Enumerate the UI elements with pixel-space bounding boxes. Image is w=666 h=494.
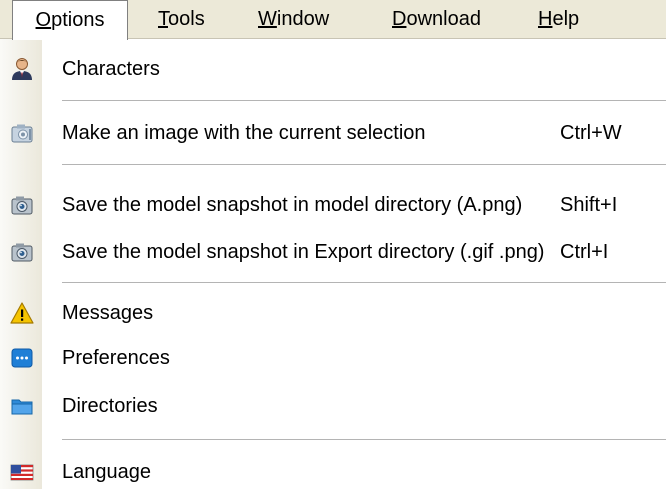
camera-icon <box>10 193 34 217</box>
camera-icon <box>10 240 34 264</box>
menu-help-label: elp <box>552 8 580 30</box>
warning-icon <box>10 301 34 325</box>
menu-item-shortcut: Ctrl+I <box>560 241 609 263</box>
menu-item-label: Save the model snapshot in Export direct… <box>62 241 545 263</box>
menu-bar: Options Tools Window Download Help <box>0 0 666 40</box>
folder-icon <box>10 394 34 418</box>
menu-item-language[interactable]: Language <box>0 450 666 494</box>
menu-item-label: Save the model snapshot in model directo… <box>62 194 523 216</box>
menu-item-make-image[interactable]: Make an image with the current selection… <box>0 111 666 155</box>
menu-options[interactable]: Options <box>12 0 128 40</box>
menu-tools-mnemonic: T <box>158 8 168 30</box>
menu-separator <box>62 164 666 165</box>
menu-item-label: Make an image with the current selection <box>62 122 426 144</box>
menu-window[interactable]: Window <box>258 0 329 38</box>
menu-window-label: indow <box>276 8 330 30</box>
menu-item-preferences[interactable]: Preferences <box>0 336 666 380</box>
menu-item-shortcut: Shift+I <box>560 194 618 216</box>
menu-help[interactable]: Help <box>538 0 579 38</box>
menu-item-label: Language <box>62 461 151 483</box>
menu-separator <box>62 439 666 440</box>
camera-icon <box>10 121 34 145</box>
menu-item-directories[interactable]: Directories <box>0 384 666 428</box>
menu-options-label: ptions <box>51 9 105 31</box>
menu-help-mnemonic: H <box>538 8 553 30</box>
menu-download-mnemonic: D <box>392 8 407 30</box>
menu-download-label: ownload <box>406 8 481 30</box>
flag-icon <box>10 460 34 484</box>
menu-options-mnemonic: O <box>35 9 52 31</box>
menu-item-shortcut: Ctrl+W <box>560 122 622 144</box>
menu-item-label: Messages <box>62 302 154 324</box>
user-icon <box>10 57 34 81</box>
menu-item-label: Directories <box>62 395 158 417</box>
menu-item-save-model-directory[interactable]: Save the model snapshot in model directo… <box>0 183 666 227</box>
menu-tools-label: ools <box>168 8 205 30</box>
menu-separator <box>62 100 666 101</box>
preferences-icon <box>10 346 34 370</box>
options-dropdown: Characters Make an image with the curren… <box>0 39 666 489</box>
menu-item-messages[interactable]: Messages <box>0 291 666 335</box>
menu-download[interactable]: Download <box>392 0 481 38</box>
menu-item-characters[interactable]: Characters <box>0 47 666 91</box>
menu-window-mnemonic: W <box>258 8 277 30</box>
menu-item-label: Preferences <box>62 347 170 369</box>
menu-separator <box>62 282 666 283</box>
menu-item-save-export-directory[interactable]: Save the model snapshot in Export direct… <box>0 230 666 274</box>
menu-item-label: Characters <box>62 58 160 80</box>
menu-tools[interactable]: Tools <box>158 0 205 38</box>
